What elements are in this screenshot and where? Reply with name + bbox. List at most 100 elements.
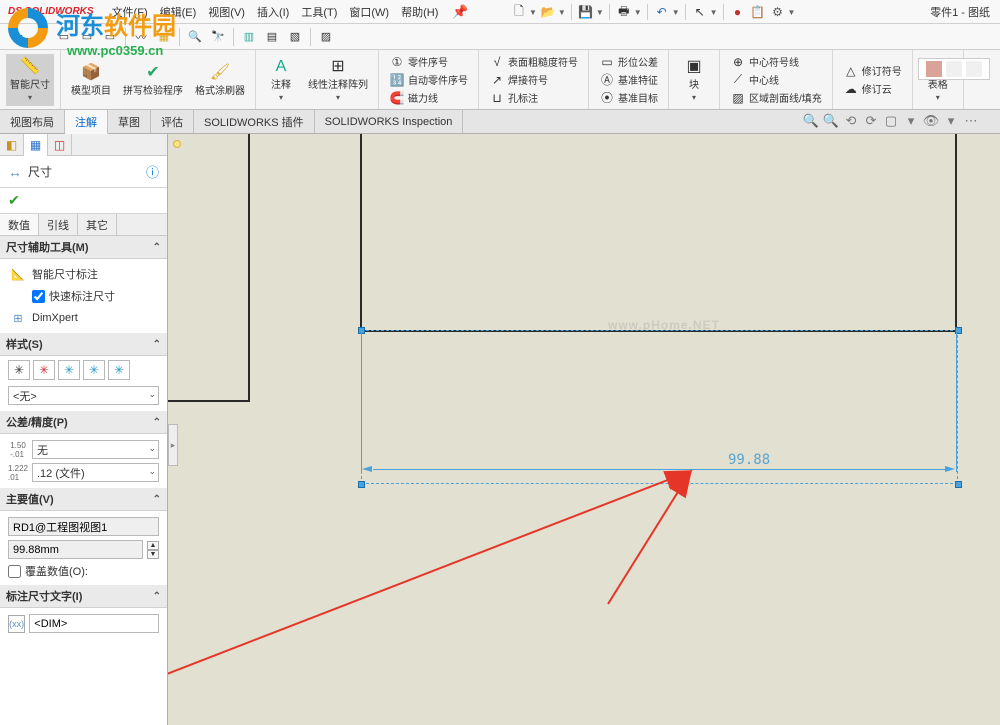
drawing-canvas[interactable]: ▸ www.pHome.NET 99.88 (168, 134, 1000, 725)
section-dim-text[interactable]: 标注尺寸文字(I)⌃ (0, 585, 167, 608)
balloon-button[interactable]: ①零件序号 (385, 53, 472, 70)
chevron-up-icon[interactable]: ⌃ (153, 417, 161, 428)
style-btn-4[interactable]: ✳ (83, 360, 105, 380)
select-icon[interactable]: ↖ (691, 3, 709, 21)
value-spin-down[interactable]: ▼ (147, 550, 159, 559)
chevron-up-icon[interactable]: ⌃ (153, 339, 161, 350)
spell-check-button[interactable]: ✔ 拼写检验程序 (119, 60, 187, 100)
rapid-dim-label[interactable]: 快速标注尺寸 (49, 288, 115, 304)
new-icon[interactable]: 🗋 (510, 3, 528, 21)
hide-show-dropdown[interactable]: ▾ (942, 112, 960, 130)
menu-edit[interactable]: 编辑(E) (154, 1, 203, 23)
magnetic-line-button[interactable]: 🧲磁力线 (385, 89, 472, 106)
orient-btn-3[interactable] (966, 61, 982, 77)
menu-help[interactable]: 帮助(H) (395, 1, 444, 23)
more-icon[interactable]: ⋯ (962, 112, 980, 130)
menu-file[interactable]: 文件(F) (106, 1, 154, 23)
settings-dropdown[interactable]: ▼ (788, 8, 796, 17)
style-btn-2[interactable]: ✳ (33, 360, 55, 380)
grid-icon[interactable]: ▦ (154, 27, 174, 47)
datum-feature-button[interactable]: Ⓐ基准特征 (595, 71, 662, 88)
weld-symbol-button[interactable]: ↗焊接符号 (485, 71, 582, 88)
new-dropdown[interactable]: ▼ (529, 8, 537, 17)
panel-tab-property-icon[interactable]: ▦ (24, 134, 48, 156)
menu-view[interactable]: 视图(V) (202, 1, 251, 23)
model-items-button[interactable]: 📦 模型项目 (67, 60, 115, 100)
format-painter-button[interactable]: 🖌 格式涂刷器 (191, 60, 249, 100)
override-value-label[interactable]: 覆盖数值(O): (25, 563, 88, 579)
tool5-icon[interactable]: ▭ (100, 27, 120, 47)
tab-solidworks-addins[interactable]: SOLIDWORKS 插件 (194, 110, 315, 133)
orient-btn-1[interactable] (926, 61, 942, 77)
rebuild-icon[interactable]: ● (729, 3, 747, 21)
block-button[interactable]: ▣ 块▾ (675, 54, 713, 106)
center-mark-button[interactable]: ⊕中心符号线 (726, 53, 826, 70)
sel-handle-bl[interactable] (358, 481, 365, 488)
pin-icon[interactable]: 📌 (452, 4, 468, 20)
tolerance-type-dropdown[interactable]: 无⌄ (32, 440, 159, 459)
sel-handle-br[interactable] (955, 481, 962, 488)
dimension-line[interactable] (373, 469, 945, 470)
hide-show-icon[interactable]: 👁 (922, 112, 940, 130)
print-dropdown[interactable]: ▼ (634, 8, 642, 17)
value-spin-up[interactable]: ▲ (147, 541, 159, 550)
datum-target-button[interactable]: ⦿基准目标 (595, 89, 662, 106)
zoom-area-icon[interactable]: 🔍 (822, 112, 840, 130)
style-btn-3[interactable]: ✳ (58, 360, 80, 380)
hole-callout-button[interactable]: ⊔孔标注 (485, 89, 582, 106)
undo-icon[interactable]: ↶ (653, 3, 671, 21)
tab-annotation[interactable]: 注解 (65, 110, 108, 134)
dimxpert-label[interactable]: DimXpert (32, 312, 78, 324)
print-icon[interactable]: 🖶 (615, 3, 633, 21)
precision-dropdown[interactable]: .12 (文件)⌄ (32, 463, 159, 482)
chevron-up-icon[interactable]: ⌃ (153, 591, 161, 602)
wave-icon[interactable]: 〰 (131, 27, 151, 47)
chevron-up-icon[interactable]: ⌃ (153, 494, 161, 505)
open-dropdown[interactable]: ▼ (558, 8, 566, 17)
smart-dim-callout-label[interactable]: 智能尺寸标注 (32, 266, 98, 282)
options-icon[interactable]: 📋 (749, 3, 767, 21)
orient-btn-2[interactable] (946, 61, 962, 77)
sub-tab-value[interactable]: 数值 (0, 214, 39, 235)
style-btn-5[interactable]: ✳ (108, 360, 130, 380)
surface-finish-button[interactable]: √表面粗糙度符号 (485, 53, 582, 70)
save-dropdown[interactable]: ▼ (596, 8, 604, 17)
panel-expand-handle[interactable]: ▸ (168, 424, 178, 466)
section-style[interactable]: 样式(S)⌃ (0, 333, 167, 356)
panel-tab-config-icon[interactable]: ◫ (48, 134, 72, 156)
primary-name-field[interactable] (8, 517, 159, 536)
rapid-dim-checkbox[interactable] (32, 290, 45, 303)
revision-symbol-button[interactable]: △修订符号 (839, 62, 906, 79)
orientation-panel[interactable] (918, 58, 990, 80)
chevron-up-icon[interactable]: ⌃ (153, 242, 161, 253)
menu-tools[interactable]: 工具(T) (295, 1, 343, 23)
search-icon[interactable]: 🔍 (185, 27, 205, 47)
menu-insert[interactable]: 插入(I) (251, 1, 295, 23)
note-button[interactable]: A 注释▾ (262, 54, 300, 106)
pan-icon[interactable]: ⟳ (862, 112, 880, 130)
override-value-checkbox[interactable] (8, 565, 21, 578)
section-primary-value[interactable]: 主要值(V)⌃ (0, 488, 167, 511)
help-icon[interactable]: ⓘ (146, 162, 159, 181)
menu-window[interactable]: 窗口(W) (343, 1, 395, 23)
save-icon[interactable]: 💾 (577, 3, 595, 21)
area-hatch-button[interactable]: ▨区域剖面线/填充 (726, 89, 826, 106)
sheet1-icon[interactable]: ▥ (239, 27, 259, 47)
dim-text-field[interactable] (29, 614, 159, 633)
tool4-icon[interactable]: ▭ (77, 27, 97, 47)
ok-button[interactable]: ✔ (0, 188, 167, 214)
sheet3-icon[interactable]: ▧ (285, 27, 305, 47)
binoculars-icon[interactable]: 🔭 (208, 27, 228, 47)
rotate-icon[interactable]: ⟲ (842, 112, 860, 130)
centerline-button[interactable]: ⟋中心线 (726, 71, 826, 88)
tab-evaluate[interactable]: 评估 (151, 110, 194, 133)
revision-cloud-button[interactable]: ☁修订云 (839, 80, 906, 97)
tool3-icon[interactable]: ▭ (54, 27, 74, 47)
style-btn-1[interactable]: ✳ (8, 360, 30, 380)
primary-value-field[interactable] (8, 540, 143, 559)
tool1-icon[interactable]: ▭ (8, 27, 28, 47)
settings-icon[interactable]: ⚙ (769, 3, 787, 21)
geometric-tolerance-button[interactable]: ▭形位公差 (595, 53, 662, 70)
zoom-fit-icon[interactable]: 🔍 (802, 112, 820, 130)
tab-solidworks-inspection[interactable]: SOLIDWORKS Inspection (315, 110, 464, 133)
